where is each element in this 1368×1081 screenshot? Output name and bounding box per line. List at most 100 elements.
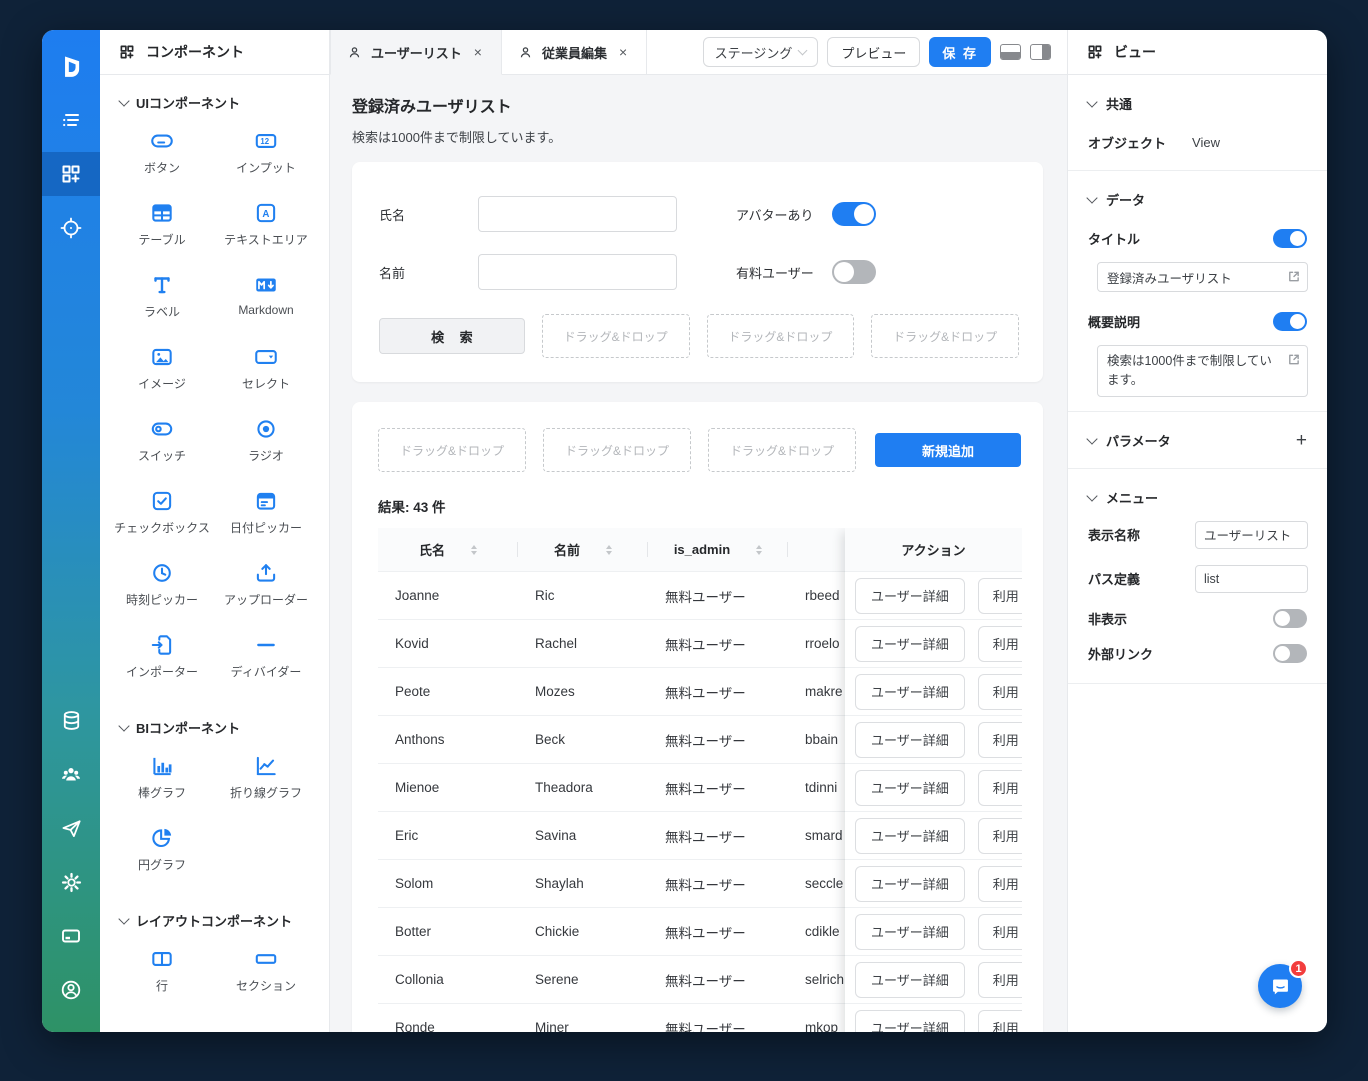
user-detail-button[interactable]: ユーザー詳細 <box>855 577 965 614</box>
nav-billing-icon[interactable] <box>49 914 93 958</box>
section-ui-components[interactable]: UIコンポーネント <box>100 89 329 122</box>
nav-target-icon[interactable] <box>49 206 93 250</box>
usage-button[interactable]: 利用 <box>977 721 1022 758</box>
preview-button[interactable]: プレビュー <box>827 37 921 67</box>
close-icon[interactable]: × <box>616 42 630 62</box>
usage-button[interactable]: 利用 <box>977 817 1022 854</box>
component-table[interactable]: テーブル <box>110 200 214 270</box>
user-detail-button[interactable]: ユーザー詳細 <box>855 625 965 662</box>
user-detail-button[interactable]: ユーザー詳細 <box>855 817 965 854</box>
column-header-isadmin[interactable]: is_admin <box>648 528 788 571</box>
component-datepicker[interactable]: 日付ピッカー <box>214 488 318 558</box>
component-markdown[interactable]: Markdown <box>214 272 318 342</box>
toggle-bottom-panel-icon[interactable] <box>1000 44 1021 60</box>
description-toggle[interactable] <box>1273 312 1307 331</box>
section-layout-components[interactable]: レイアウトコンポーネント <box>100 907 329 940</box>
usage-button[interactable]: 利用 <box>977 625 1022 662</box>
name-input[interactable] <box>478 196 677 232</box>
section-menu[interactable]: メニュー <box>1086 469 1307 521</box>
toggle-right-panel-icon[interactable] <box>1030 44 1051 60</box>
external-link-toggle[interactable] <box>1273 643 1307 663</box>
component-textarea[interactable]: A テキストエリア <box>214 200 318 270</box>
component-barchart[interactable]: 棒グラフ <box>110 753 214 823</box>
user-detail-button[interactable]: ユーザー詳細 <box>855 721 965 758</box>
section-params[interactable]: パラメータ + <box>1086 412 1307 464</box>
component-piechart[interactable]: 円グラフ <box>110 825 214 895</box>
avatar-toggle[interactable] <box>832 202 876 226</box>
display-name-input[interactable] <box>1195 520 1308 549</box>
tab-employee-edit[interactable]: 従業員編集 × <box>502 30 648 74</box>
usage-button[interactable]: 利用 <box>977 577 1022 614</box>
nav-send-icon[interactable] <box>49 806 93 850</box>
hidden-toggle[interactable] <box>1273 608 1307 628</box>
description-input[interactable]: 検索は1000件まで制限しています。 <box>1097 345 1308 397</box>
dropzone[interactable]: ドラッグ&ドロップ <box>541 314 690 358</box>
dropzone[interactable]: ドラッグ&ドロップ <box>871 314 1019 358</box>
usage-button[interactable]: 利用 <box>977 913 1022 950</box>
save-button[interactable]: 保 存 <box>929 37 991 67</box>
dropzone[interactable]: ドラッグ&ドロップ <box>378 428 526 472</box>
action-cell: ユーザー詳細 利用 <box>845 764 1022 812</box>
component-image[interactable]: イメージ <box>110 344 214 414</box>
dropzone[interactable]: ドラッグ&ドロップ <box>543 428 691 472</box>
usage-button[interactable]: 利用 <box>977 769 1022 806</box>
paid-user-toggle[interactable] <box>832 260 876 284</box>
usage-button[interactable]: 利用 <box>977 961 1022 998</box>
component-divider[interactable]: ディバイダー <box>214 632 318 702</box>
component-linechart[interactable]: 折り線グラフ <box>214 753 318 823</box>
title-input[interactable] <box>1097 262 1308 292</box>
component-label[interactable]: ラベル <box>110 272 214 342</box>
component-section[interactable]: セクション <box>214 946 318 1016</box>
column-header-first[interactable]: 名前 <box>518 528 648 571</box>
nav-database-icon[interactable] <box>49 698 93 742</box>
usage-button[interactable]: 利用 <box>977 865 1022 902</box>
column-header-name[interactable]: 氏名 <box>378 528 518 571</box>
sort-icon[interactable] <box>606 544 612 555</box>
app-logo <box>49 44 93 88</box>
first-name-input[interactable] <box>478 254 677 290</box>
sort-icon[interactable] <box>756 544 763 555</box>
add-new-button[interactable]: 新規追加 <box>875 433 1021 467</box>
sort-icon[interactable] <box>471 544 477 555</box>
chat-button[interactable]: 1 <box>1258 959 1308 1008</box>
component-button[interactable]: ボタン <box>110 128 214 198</box>
component-input[interactable]: 12 インプット <box>214 128 318 198</box>
environment-select[interactable]: ステージング <box>702 37 819 67</box>
svg-text:12: 12 <box>260 137 269 146</box>
external-link-icon[interactable] <box>1287 353 1300 366</box>
component-checkbox[interactable]: チェックボックス <box>110 488 214 558</box>
dropzone[interactable]: ドラッグ&ドロップ <box>706 314 855 358</box>
component-row[interactable]: 行 <box>110 946 214 1016</box>
user-detail-button[interactable]: ユーザー詳細 <box>855 673 965 710</box>
component-uploader[interactable]: アップローダー <box>214 560 318 630</box>
user-detail-button[interactable]: ユーザー詳細 <box>855 865 965 902</box>
search-button[interactable]: 検 索 <box>379 318 525 354</box>
chevron-down-icon <box>797 45 808 56</box>
tab-user-list[interactable]: ユーザーリスト × <box>330 30 502 75</box>
nav-account-icon[interactable] <box>49 968 93 1012</box>
component-select[interactable]: セレクト <box>214 344 318 414</box>
nav-settings-icon[interactable] <box>49 860 93 904</box>
component-radio[interactable]: ラジオ <box>214 416 318 486</box>
section-bi-components[interactable]: BIコンポーネント <box>100 714 329 747</box>
component-timepicker[interactable]: 時刻ピッカー <box>110 560 214 630</box>
component-importer[interactable]: インポーター <box>110 632 214 702</box>
component-switch[interactable]: スイッチ <box>110 416 214 486</box>
nav-pages-icon[interactable] <box>49 98 93 142</box>
nav-components-icon[interactable] <box>42 152 100 196</box>
user-detail-button[interactable]: ユーザー詳細 <box>855 769 965 806</box>
user-detail-button[interactable]: ユーザー詳細 <box>855 913 965 950</box>
section-data[interactable]: データ <box>1086 171 1307 223</box>
section-common[interactable]: 共通 <box>1086 75 1307 127</box>
external-link-icon[interactable] <box>1287 270 1300 283</box>
add-parameter-button[interactable]: + <box>1296 431 1307 450</box>
usage-button[interactable]: 利用 <box>977 1009 1022 1032</box>
dropzone[interactable]: ドラッグ&ドロップ <box>708 428 856 472</box>
user-detail-button[interactable]: ユーザー詳細 <box>855 961 965 998</box>
nav-users-icon[interactable] <box>49 752 93 796</box>
title-toggle[interactable] <box>1273 229 1307 248</box>
path-input[interactable] <box>1195 564 1308 593</box>
close-icon[interactable]: × <box>471 42 485 62</box>
usage-button[interactable]: 利用 <box>977 673 1022 710</box>
user-detail-button[interactable]: ユーザー詳細 <box>855 1009 965 1032</box>
